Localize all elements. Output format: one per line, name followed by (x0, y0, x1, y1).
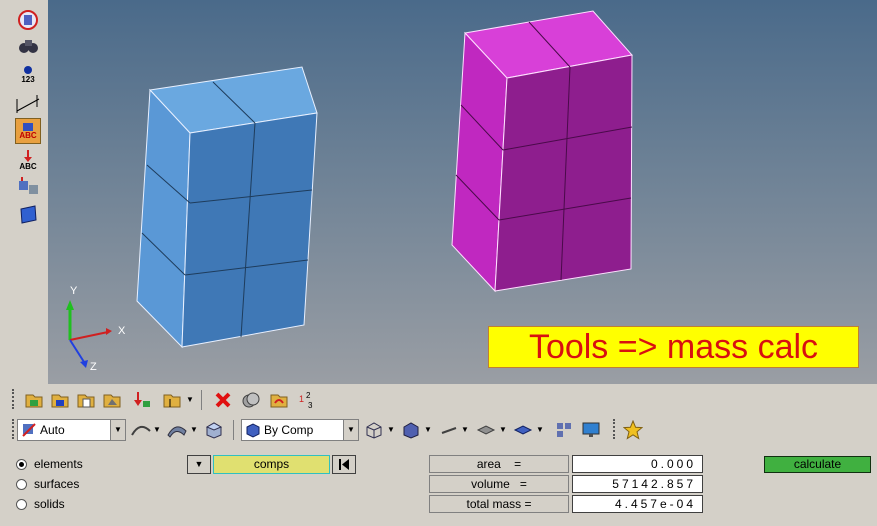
toolbar-grip[interactable] (12, 389, 17, 409)
calculate-button[interactable]: calculate (764, 456, 871, 473)
left-toolbar: 123 ABC ABC (0, 0, 48, 384)
wireframe-arrow[interactable]: ▼ (387, 419, 395, 441)
radio-solids-label: solids (34, 497, 65, 511)
surface-shaded-arrow[interactable]: ▼ (536, 419, 544, 441)
axis-label-z: Z (90, 361, 97, 373)
axis-triad (66, 300, 112, 368)
plane-display-arrow[interactable]: ▼ (499, 419, 507, 441)
radio-solids[interactable]: solids (16, 496, 65, 512)
component-icon[interactable] (14, 8, 42, 32)
solid-display-icon[interactable] (202, 419, 226, 441)
area-value[interactable]: 0.000 (572, 455, 703, 473)
favorite-star-icon[interactable] (621, 419, 645, 441)
color-mode-value: By Comp (264, 423, 314, 437)
collectors-icon[interactable] (22, 389, 46, 411)
surface-shaded-icon[interactable] (511, 419, 535, 441)
abc-label-icon[interactable]: ABC (15, 118, 41, 144)
graphics-viewport[interactable]: Y X Z Tools => mass calc (48, 0, 877, 384)
translate-icon[interactable] (14, 174, 42, 198)
element-grid-icon[interactable] (552, 419, 576, 441)
number-label: 123 (21, 74, 35, 84)
mass-calc-banner: Tools => mass calc (488, 326, 859, 368)
total-mass-value[interactable]: 4.457e-04 (572, 495, 703, 513)
renumber-icon[interactable]: 123 (296, 389, 320, 411)
material-folder-icon[interactable] (100, 389, 124, 411)
plane-icon[interactable] (14, 202, 42, 226)
auto-select-value: Auto (40, 423, 65, 437)
component-folder-icon[interactable] (48, 389, 72, 411)
total-mass-label-text: total mass (466, 497, 522, 511)
radio-surfaces[interactable]: surfaces (16, 476, 79, 492)
separator (233, 420, 234, 440)
color-mode-icon (246, 423, 260, 438)
magenta-box[interactable] (451, 10, 633, 293)
shaded-arrow[interactable]: ▼ (424, 419, 432, 441)
total-mass-label: total mass = (429, 495, 569, 513)
comps-button[interactable]: comps (213, 455, 330, 474)
surface-display-arrow[interactable]: ▼ (190, 419, 198, 441)
abc-label: ABC (19, 130, 37, 140)
surface-display-icon[interactable] (165, 419, 189, 441)
wireframe-icon[interactable] (362, 419, 386, 441)
radio-surfaces-label: surfaces (34, 477, 80, 491)
auto-color-icon (22, 423, 36, 437)
line-display-arrow[interactable]: ▼ (153, 419, 161, 441)
shaded-icon[interactable] (399, 419, 423, 441)
comps-selector-arrow[interactable]: ▼ (187, 455, 211, 474)
output-folder-icon[interactable] (160, 389, 184, 411)
line-display-icon[interactable] (129, 419, 153, 441)
radio-elements-dot[interactable] (16, 458, 27, 470)
toolbar-row-2: Auto ▼ ▼ ▼ By Comp ▼ ▼ ▼ ▼ ▼ ▼ (0, 416, 877, 444)
numbering-icon[interactable]: 123 (14, 62, 42, 86)
delete-icon[interactable] (211, 389, 235, 411)
area-label-text: area (476, 457, 501, 471)
folder-dropdown-arrow[interactable]: ▼ (186, 389, 194, 411)
axis-label-y: Y (70, 285, 78, 297)
area-label: area = (429, 455, 569, 473)
axis-label-x: X (118, 325, 126, 337)
toolbar-row-1: ▼ 123 (0, 386, 877, 414)
measure-icon[interactable] (14, 92, 42, 116)
separator (201, 390, 202, 410)
auto-select-arrow[interactable]: ▼ (110, 420, 125, 440)
load-collector-icon[interactable] (130, 389, 154, 411)
toolbar-grip[interactable] (613, 419, 618, 439)
reset-selection-icon[interactable] (332, 455, 356, 474)
auto-select[interactable]: Auto ▼ (17, 419, 126, 441)
volume-value[interactable]: 57142.857 (572, 475, 703, 493)
line-icon[interactable] (437, 419, 461, 441)
radio-elements[interactable]: elements (16, 456, 83, 472)
radio-solids-dot[interactable] (16, 498, 27, 510)
plane-display-icon[interactable] (474, 419, 498, 441)
svg-text:1: 1 (299, 394, 304, 404)
monitor-icon[interactable] (579, 419, 603, 441)
radio-elements-label: elements (34, 457, 83, 471)
binoculars-icon[interactable] (14, 34, 42, 58)
radio-surfaces-dot[interactable] (16, 478, 27, 490)
volume-label: volume = (429, 475, 569, 493)
abc-arrow-icon[interactable]: ABC (14, 148, 42, 172)
copy-icon[interactable] (239, 389, 263, 411)
volume-label-text: volume (471, 477, 510, 491)
color-mode-arrow[interactable]: ▼ (343, 420, 358, 440)
color-mode-select[interactable]: By Comp ▼ (241, 419, 359, 441)
line-arrow[interactable]: ▼ (461, 419, 469, 441)
property-folder-icon[interactable] (74, 389, 98, 411)
blue-box[interactable] (136, 66, 318, 349)
svg-text:2: 2 (306, 391, 311, 400)
abc2-label: ABC (19, 161, 37, 171)
reorganize-icon[interactable] (267, 389, 291, 411)
svg-text:3: 3 (308, 401, 313, 410)
